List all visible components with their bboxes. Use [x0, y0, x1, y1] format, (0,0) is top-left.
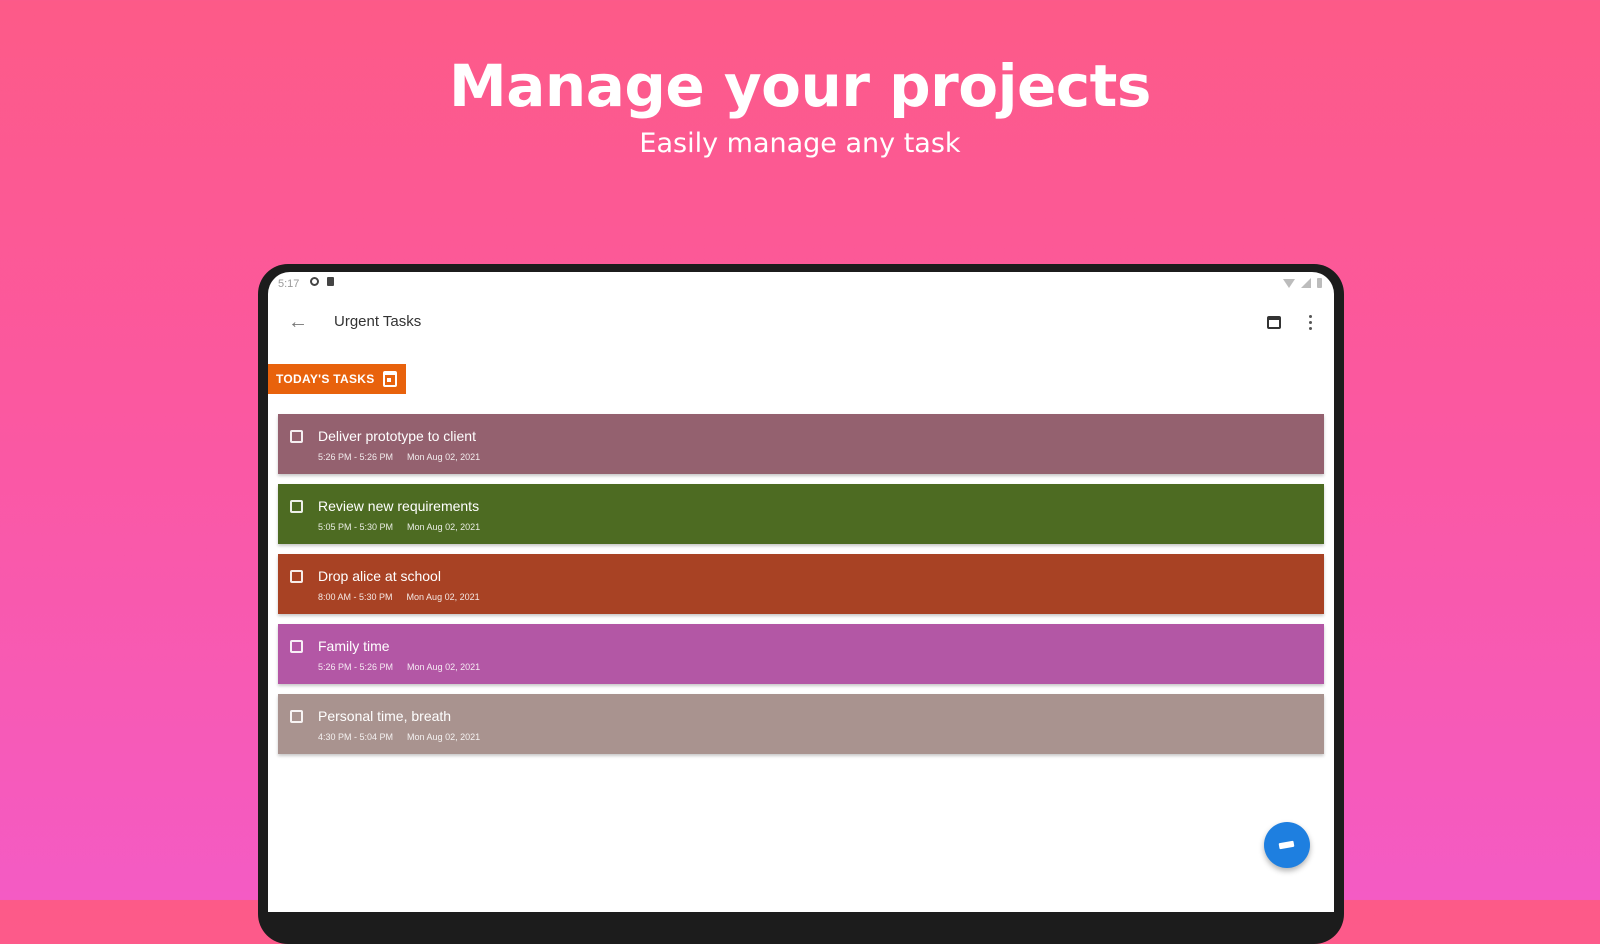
calendar-today-icon: [383, 371, 397, 387]
task-date: Mon Aug 02, 2021: [406, 592, 480, 602]
status-notification-icons: [310, 277, 334, 286]
back-button[interactable]: ←: [284, 308, 312, 336]
app-bar: ← Urgent Tasks: [268, 298, 1334, 348]
signal-icon: [1301, 278, 1311, 288]
task-date: Mon Aug 02, 2021: [407, 732, 481, 742]
task-time: 8:00 AM - 5:30 PM: [318, 592, 393, 602]
task-card[interactable]: Drop alice at school 8:00 AM - 5:30 PM M…: [278, 554, 1324, 614]
hero-subtitle: Easily manage any task: [639, 128, 961, 159]
app-screen: 5:17 ← Urgent Tasks TODAY'S TASKS Delive…: [268, 272, 1334, 912]
task-card[interactable]: Review new requirements 5:05 PM - 5:30 P…: [278, 484, 1324, 544]
status-time: 5:17: [278, 278, 300, 290]
task-date: Mon Aug 02, 2021: [407, 452, 481, 462]
task-checkbox[interactable]: [290, 710, 303, 723]
task-time: 5:26 PM - 5:26 PM: [318, 452, 394, 462]
calendar-icon: [1267, 316, 1281, 329]
page-title: Urgent Tasks: [334, 313, 422, 330]
task-list: Deliver prototype to client 5:26 PM - 5:…: [278, 414, 1324, 764]
task-time: 5:26 PM - 5:26 PM: [318, 662, 394, 672]
task-meta: 5:05 PM - 5:30 PM Mon Aug 02, 2021: [318, 522, 480, 532]
task-meta: 5:26 PM - 5:26 PM Mon Aug 02, 2021: [318, 452, 480, 462]
task-title: Review new requirements: [318, 498, 480, 514]
task-checkbox[interactable]: [290, 570, 303, 583]
task-checkbox[interactable]: [290, 500, 303, 513]
todays-tasks-header[interactable]: TODAY'S TASKS: [268, 364, 406, 394]
task-meta: 4:30 PM - 5:04 PM Mon Aug 02, 2021: [318, 732, 480, 742]
task-title: Drop alice at school: [318, 568, 441, 584]
task-date: Mon Aug 02, 2021: [407, 522, 481, 532]
task-checkbox[interactable]: [290, 430, 303, 443]
sd-card-icon: [327, 277, 334, 286]
more-options-button[interactable]: [1298, 310, 1322, 334]
status-system-icons: [1283, 278, 1322, 288]
status-bar: 5:17: [268, 272, 1334, 298]
task-title: Personal time, breath: [318, 708, 452, 724]
task-meta: 5:26 PM - 5:26 PM Mon Aug 02, 2021: [318, 662, 480, 672]
task-time: 5:05 PM - 5:30 PM: [318, 522, 394, 532]
hero-title: Manage your projects: [449, 52, 1151, 120]
more-vert-icon: [1309, 315, 1312, 318]
task-meta: 8:00 AM - 5:30 PM Mon Aug 02, 2021: [318, 592, 480, 602]
task-checkbox[interactable]: [290, 640, 303, 653]
calendar-button[interactable]: [1262, 310, 1286, 334]
task-title: Deliver prototype to client: [318, 428, 476, 444]
task-title: Family time: [318, 638, 390, 654]
arrow-back-icon: ←: [288, 311, 308, 333]
battery-icon: [1317, 278, 1322, 288]
task-card[interactable]: Family time 5:26 PM - 5:26 PM Mon Aug 02…: [278, 624, 1324, 684]
sync-icon: [310, 277, 319, 286]
task-card[interactable]: Deliver prototype to client 5:26 PM - 5:…: [278, 414, 1324, 474]
task-time: 4:30 PM - 5:04 PM: [318, 732, 394, 742]
add-task-button[interactable]: [1264, 822, 1310, 868]
task-date: Mon Aug 02, 2021: [407, 662, 481, 672]
edit-icon: [1278, 840, 1295, 850]
task-card[interactable]: Personal time, breath 4:30 PM - 5:04 PM …: [278, 694, 1324, 754]
wifi-icon: [1283, 279, 1295, 288]
section-label: TODAY'S TASKS: [276, 372, 375, 386]
